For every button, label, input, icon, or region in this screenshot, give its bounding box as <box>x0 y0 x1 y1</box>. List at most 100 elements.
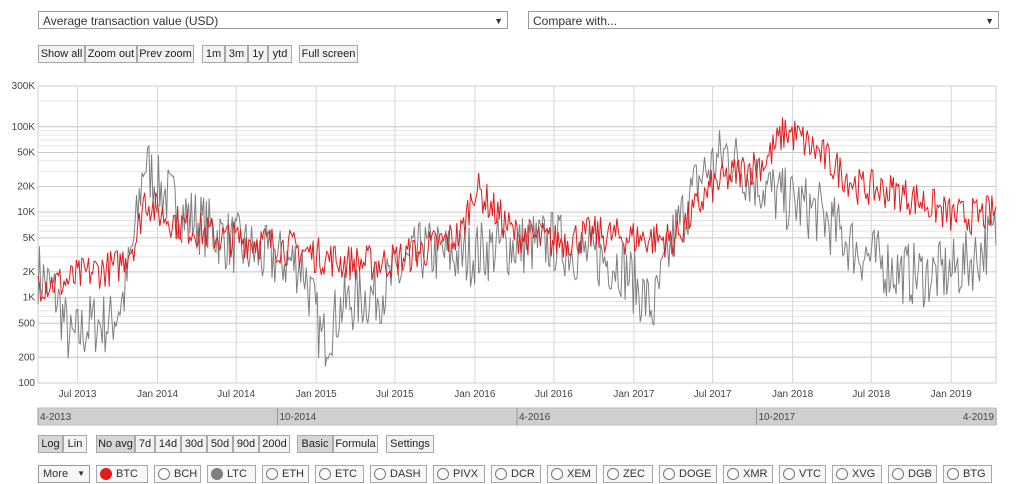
coin-label: XMR <box>743 468 768 480</box>
more-select-value: More <box>43 468 69 480</box>
toggle-dot-icon <box>374 468 386 480</box>
range-3m-button[interactable]: 3m <box>225 45 248 63</box>
metric-select[interactable]: Average transaction value (USD) ▼ <box>38 11 508 29</box>
coin-toggle-btg[interactable]: BTG <box>943 465 992 483</box>
coin-label: XEM <box>567 468 591 480</box>
coin-label: DOGE <box>679 468 712 480</box>
navigator-label: 4-2013 <box>40 412 72 423</box>
coin-label: DGB <box>908 468 932 480</box>
chart[interactable]: 100 200 500 1K 2K 5K 10K 20K 50K 100K 300K Jul 201… <box>0 78 1024 428</box>
lin-scale-button[interactable]: Lin <box>63 435 87 453</box>
x-tick-label: Jan 2016 <box>454 389 496 400</box>
coin-label: LTC <box>227 468 247 480</box>
toggle-dot-icon <box>266 468 278 480</box>
coin-label: XVG <box>852 468 876 480</box>
avg-14d-button[interactable]: 14d <box>155 435 181 453</box>
coin-label: BTG <box>963 468 986 480</box>
coin-toggle-pivx[interactable]: PIVX <box>433 465 485 483</box>
navigator-label: 10-2017 <box>759 412 796 423</box>
x-tick-label: Jul 2015 <box>376 389 414 400</box>
metric-select-value: Average transaction value (USD) <box>43 14 219 28</box>
coin-toggle-vtc[interactable]: VTC <box>779 465 826 483</box>
coin-label: ETC <box>335 468 357 480</box>
coin-toggle-xem[interactable]: XEM <box>547 465 597 483</box>
y-tick-label: 10K <box>17 207 35 218</box>
compare-select[interactable]: Compare with... ▼ <box>528 11 999 29</box>
full-screen-button[interactable]: Full screen <box>299 45 358 63</box>
navigator-label: 4-2016 <box>519 412 551 423</box>
coin-label: ZEC <box>623 468 645 480</box>
x-tick-label: Jul 2017 <box>694 389 732 400</box>
x-tick-label: Jul 2014 <box>217 389 255 400</box>
prev-zoom-button[interactable]: Prev zoom <box>137 45 194 63</box>
coin-toggle-ltc[interactable]: LTC <box>207 465 256 483</box>
settings-button[interactable]: Settings <box>386 435 434 453</box>
y-tick-label: 2K <box>23 267 36 278</box>
avg-none-button[interactable]: No avg <box>96 435 135 453</box>
y-tick-label: 100 <box>18 378 35 389</box>
y-tick-label: 5K <box>23 233 36 244</box>
coin-label: VTC <box>799 468 821 480</box>
x-tick-label: Jul 2018 <box>852 389 890 400</box>
chevron-down-icon: ▼ <box>985 16 994 26</box>
compare-select-value: Compare with... <box>533 14 618 28</box>
coin-toggle-xvg[interactable]: XVG <box>832 465 882 483</box>
x-tick-label: Jan 2017 <box>613 389 655 400</box>
x-tick-label: Jul 2016 <box>535 389 573 400</box>
toggle-dot-icon <box>319 468 331 480</box>
toggle-dot-icon <box>551 468 563 480</box>
zoom-out-button[interactable]: Zoom out <box>85 45 137 63</box>
avg-200d-button[interactable]: 200d <box>259 435 290 453</box>
avg-50d-button[interactable]: 50d <box>207 435 233 453</box>
y-tick-label: 300K <box>12 81 36 92</box>
y-tick-label: 200 <box>18 352 35 363</box>
y-tick-label: 1K <box>23 293 36 304</box>
y-axis: 100 200 500 1K 2K 5K 10K 20K 50K 100K 300K <box>12 81 36 389</box>
coin-label: DCR <box>511 468 535 480</box>
coin-toggle-dash[interactable]: DASH <box>370 465 427 483</box>
show-all-button[interactable]: Show all <box>38 45 85 63</box>
coin-label: PIVX <box>453 468 479 480</box>
coin-label: DASH <box>390 468 421 480</box>
x-tick-label: Jul 2013 <box>59 389 97 400</box>
toggle-dot-icon <box>836 468 848 480</box>
toggle-dot-icon <box>947 468 959 480</box>
basic-mode-button[interactable]: Basic <box>297 435 333 453</box>
toggle-dot-icon <box>663 468 675 480</box>
coin-toggle-zec[interactable]: ZEC <box>603 465 653 483</box>
coin-toggle-doge[interactable]: DOGE <box>659 465 717 483</box>
y-tick-label: 500 <box>18 318 35 329</box>
toggle-dot-icon <box>727 468 739 480</box>
coin-toggle-bch[interactable]: BCH <box>154 465 201 483</box>
coin-toggle-dcr[interactable]: DCR <box>491 465 541 483</box>
formula-mode-button[interactable]: Formula <box>333 435 378 453</box>
coin-toggle-eth[interactable]: ETH <box>262 465 309 483</box>
toggle-dot-icon <box>100 468 112 480</box>
avg-30d-button[interactable]: 30d <box>181 435 207 453</box>
coin-label: ETH <box>282 468 304 480</box>
chevron-down-icon: ▼ <box>77 469 85 478</box>
range-1m-button[interactable]: 1m <box>202 45 225 63</box>
avg-90d-button[interactable]: 90d <box>233 435 259 453</box>
coin-toggle-dgb[interactable]: DGB <box>888 465 937 483</box>
range-1y-button[interactable]: 1y <box>248 45 268 63</box>
coin-toggle-xmr[interactable]: XMR <box>723 465 773 483</box>
more-select[interactable]: More ▼ <box>38 465 90 483</box>
y-tick-label: 50K <box>17 147 35 158</box>
toggle-dot-icon <box>158 468 170 480</box>
toggle-dot-icon <box>783 468 795 480</box>
y-tick-label: 20K <box>17 181 35 192</box>
navigator-label: 4-2019 <box>963 412 995 423</box>
x-tick-label: Jan 2014 <box>137 389 179 400</box>
coin-toggle-btc[interactable]: BTC <box>96 465 148 483</box>
coin-toggle-etc[interactable]: ETC <box>315 465 364 483</box>
coin-label: BTC <box>116 468 138 480</box>
y-tick-label: 100K <box>12 122 36 133</box>
range-ytd-button[interactable]: ytd <box>268 45 292 63</box>
x-axis: Jul 2013 Jan 2014 Jul 2014 Jan 2015 Jul 2015… <box>59 389 973 400</box>
log-scale-button[interactable]: Log <box>38 435 63 453</box>
toggle-dot-icon <box>495 468 507 480</box>
avg-7d-button[interactable]: 7d <box>135 435 155 453</box>
navigator: 4-2013 10-2014 4-2016 10-2017 4-2019 <box>37 407 997 426</box>
coin-label: BCH <box>174 468 198 480</box>
